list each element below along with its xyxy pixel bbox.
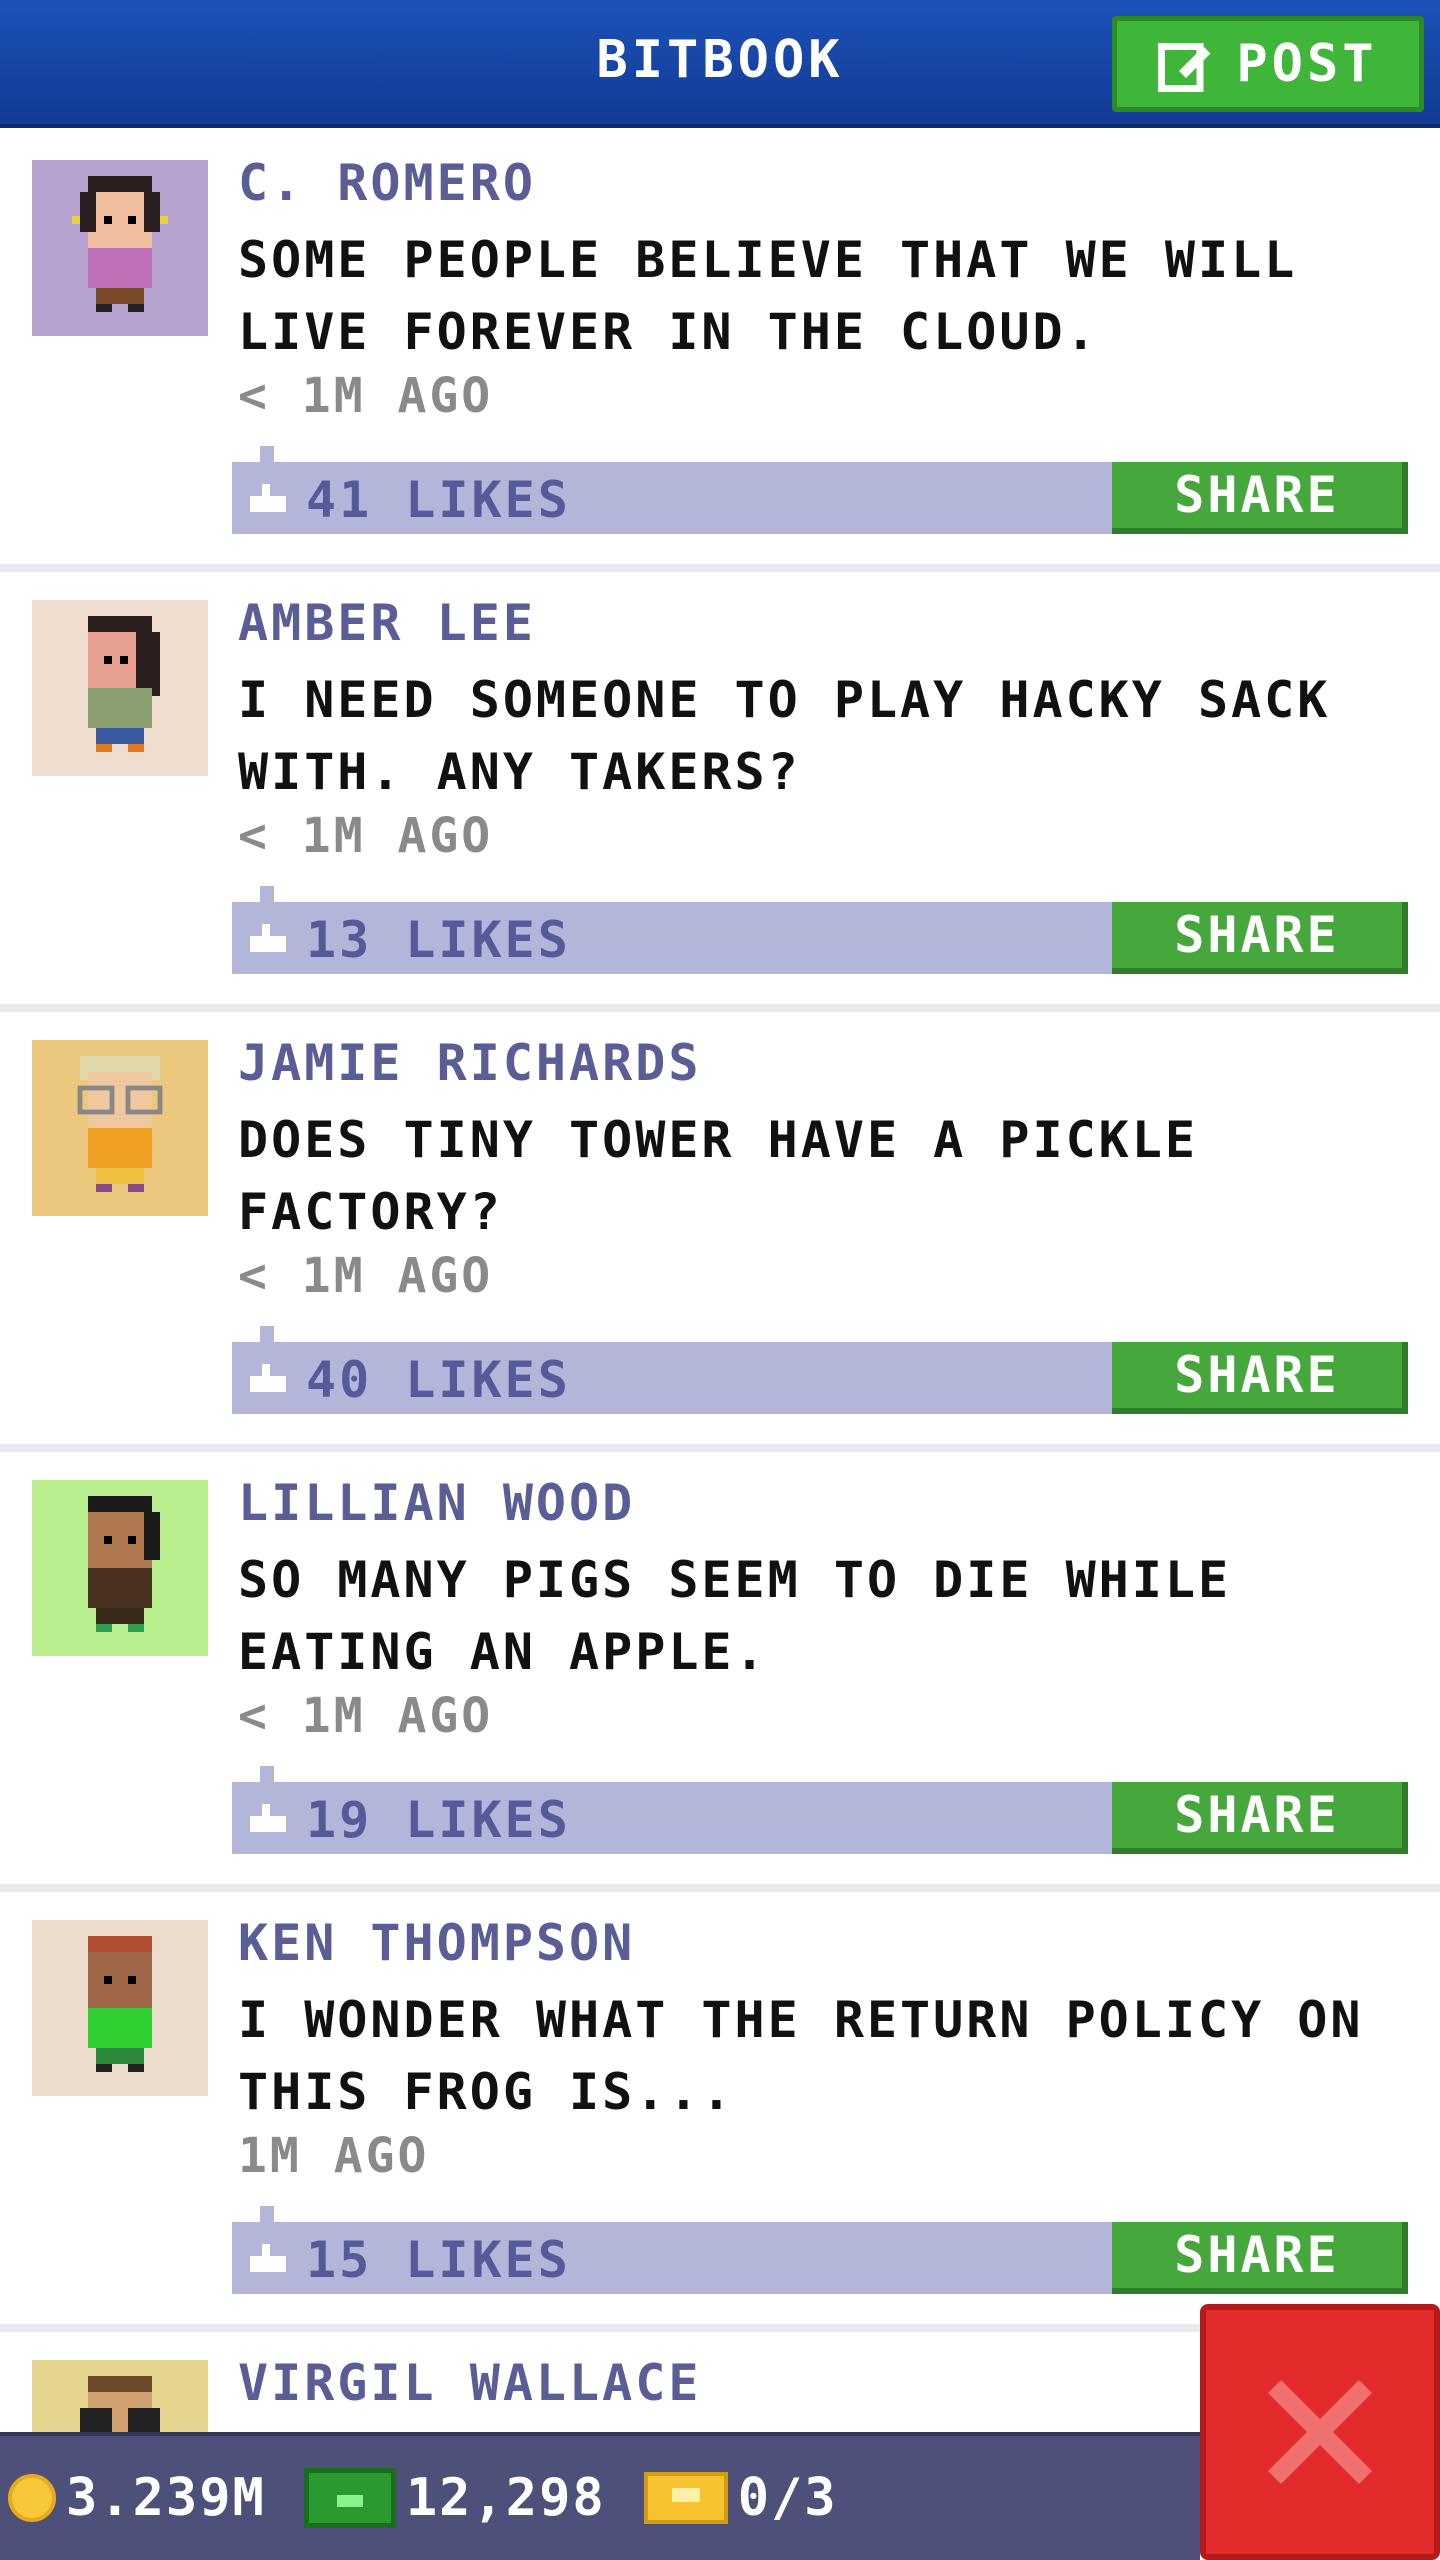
post-timestamp: < 1M AGO [238, 1248, 494, 1304]
avatar [32, 1920, 208, 2096]
character-avatar [88, 1936, 152, 2072]
ticket-icon [643, 2472, 728, 2524]
share-button[interactable]: SHARE [1112, 902, 1408, 974]
post-author[interactable]: LILLIAN WOOD [238, 1474, 635, 1532]
header: BITBOOK POST [0, 0, 1440, 128]
post-button-label: POST [1236, 34, 1378, 94]
like-bar: 13 LIKES SHARE [232, 886, 1408, 974]
post: LILLIAN WOOD SO MANY PIGS SEEM TO DIE WH… [0, 1452, 1440, 1892]
post-timestamp: < 1M AGO [238, 808, 494, 864]
close-button[interactable] [1200, 2304, 1440, 2560]
tickets-value: 0/3 [737, 2468, 838, 2528]
post-author[interactable]: VIRGIL WALLACE [238, 2354, 701, 2412]
like-bar-notch [260, 1326, 274, 1342]
post-text: SO MANY PIGS SEEM TO DIE WHILE EATING AN… [238, 1551, 1232, 1681]
like-count: 13 LIKES [306, 911, 571, 969]
post-author[interactable]: JAMIE RICHARDS [238, 1034, 701, 1092]
share-button[interactable]: SHARE [1112, 1782, 1408, 1854]
post-text: DOES TINY TOWER HAVE A PICKLE FACTORY? [238, 1111, 1198, 1241]
like-bar: 40 LIKES SHARE [232, 1326, 1408, 1414]
thumbs-up-icon[interactable] [250, 2244, 286, 2272]
status-bar: 3.239M 12,298 0/3 [0, 2432, 1200, 2560]
post-timestamp: < 1M AGO [238, 1688, 494, 1744]
avatar [32, 1480, 208, 1656]
like-bar: 15 LIKES SHARE [232, 2206, 1408, 2294]
like-bar-notch [260, 446, 274, 462]
post: C. ROMERO SOME PEOPLE BELIEVE THAT WE WI… [0, 132, 1440, 572]
like-bar: 41 LIKES SHARE [232, 446, 1408, 534]
post-text: SOME PEOPLE BELIEVE THAT WE WILL LIVE FO… [238, 231, 1298, 361]
post-button[interactable]: POST [1112, 16, 1424, 112]
like-count: 41 LIKES [306, 471, 571, 529]
thumbs-up-icon[interactable] [250, 1364, 286, 1392]
thumbs-up-icon[interactable] [250, 484, 286, 512]
like-count: 15 LIKES [306, 2231, 571, 2289]
post-timestamp: < 1M AGO [238, 368, 494, 424]
like-bar-notch [260, 2206, 274, 2222]
share-button[interactable]: SHARE [1112, 462, 1408, 534]
post-author[interactable]: AMBER LEE [238, 594, 536, 652]
like-count: 19 LIKES [306, 1791, 571, 1849]
thumbs-up-icon[interactable] [250, 1804, 286, 1832]
character-avatar [77, 1056, 163, 1192]
bux-stat: 12,298 [303, 2468, 606, 2528]
avatar [32, 1040, 208, 1216]
post-text: I NEED SOMEONE TO PLAY HACKY SACK WITH. … [238, 671, 1331, 801]
character-avatar [88, 616, 160, 752]
post-text: I WONDER WHAT THE RETURN POLICY ON THIS … [238, 1991, 1364, 2121]
coins-stat: 3.239M [8, 2468, 266, 2528]
bux-value: 12,298 [405, 2468, 606, 2528]
compose-icon [1158, 43, 1211, 92]
share-button[interactable]: SHARE [1112, 1342, 1408, 1414]
avatar [32, 160, 208, 336]
post: KEN THOMPSON I WONDER WHAT THE RETURN PO… [0, 1892, 1440, 2332]
like-bar: 19 LIKES SHARE [232, 1766, 1408, 1854]
post-author[interactable]: C. ROMERO [238, 154, 536, 212]
like-count: 40 LIKES [306, 1351, 571, 1409]
tickets-stat: 0/3 [643, 2468, 838, 2528]
feed: C. ROMERO SOME PEOPLE BELIEVE THAT WE WI… [0, 132, 1440, 2452]
coins-value: 3.239M [66, 2468, 266, 2528]
cash-icon [303, 2468, 396, 2528]
post-timestamp: 1M AGO [238, 2128, 430, 2184]
close-icon [1268, 2380, 1372, 2484]
character-avatar [72, 176, 168, 312]
coin-icon [8, 2474, 56, 2522]
post-author[interactable]: KEN THOMPSON [238, 1914, 635, 1972]
thumbs-up-icon[interactable] [250, 924, 286, 952]
share-button[interactable]: SHARE [1112, 2222, 1408, 2294]
avatar [32, 600, 208, 776]
post: JAMIE RICHARDS DOES TINY TOWER HAVE A PI… [0, 1012, 1440, 1452]
post: AMBER LEE I NEED SOMEONE TO PLAY HACKY S… [0, 572, 1440, 1012]
like-bar-notch [260, 886, 274, 902]
like-bar-notch [260, 1766, 274, 1782]
character-avatar [88, 1496, 160, 1632]
